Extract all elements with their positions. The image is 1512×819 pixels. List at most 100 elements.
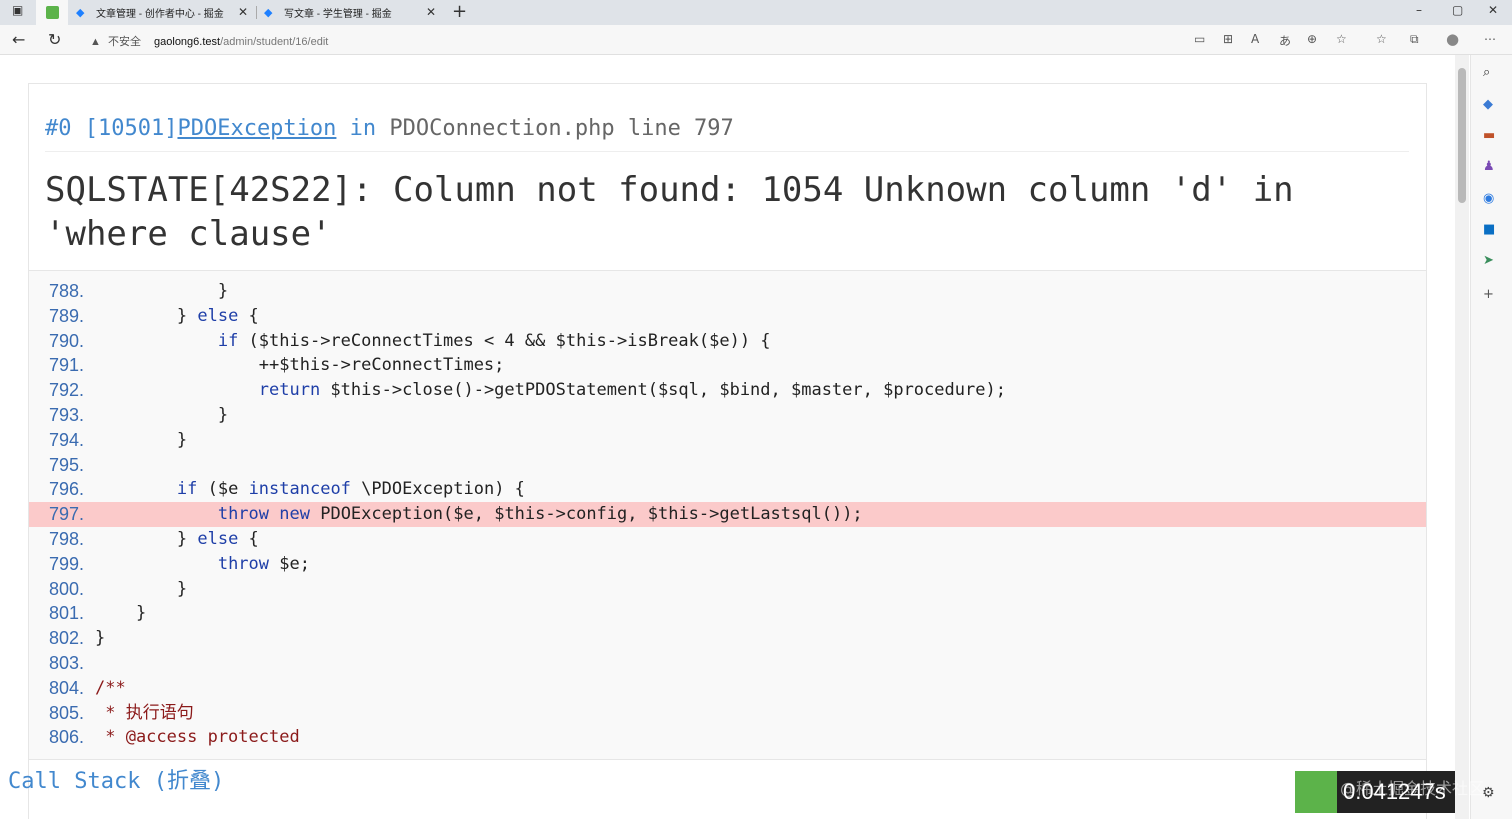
code-line: 792. return $this->close()->getPDOStatem… bbox=[29, 378, 1426, 403]
code-line: 798. } else { bbox=[29, 527, 1426, 552]
line-number: 801. bbox=[49, 603, 85, 624]
scrollbar-thumb[interactable] bbox=[1458, 68, 1466, 203]
code-text: } else { bbox=[95, 305, 259, 326]
code-text: } bbox=[95, 578, 188, 599]
scrollbar[interactable] bbox=[1455, 55, 1469, 819]
favorites-icon[interactable]: ☆ bbox=[1376, 32, 1387, 46]
tab-write-article[interactable]: ◆ 写文章 - 学生管理 - 掘金 ✕ bbox=[258, 0, 444, 25]
juejin-favicon-icon: ◆ bbox=[264, 7, 273, 19]
code-line-highlighted: 797. throw new PDOException($e, $this->c… bbox=[29, 502, 1426, 527]
exception-code: [10501] bbox=[84, 116, 178, 141]
tab-bar: ▣ ◆ 文章管理 - 创作者中心 - 掘金 ✕ ◆ 写文章 - 学生管理 - 掘… bbox=[0, 0, 1512, 25]
line-number: 793. bbox=[49, 405, 85, 425]
games-icon[interactable]: ♟ bbox=[1483, 159, 1495, 174]
exception-index: #0 bbox=[45, 116, 72, 141]
line-number: 800. bbox=[49, 578, 85, 599]
tab-active-pinned[interactable] bbox=[36, 0, 68, 25]
new-tab-button[interactable]: + bbox=[452, 1, 467, 22]
code-text: return $this->close()->getPDOStatement($… bbox=[258, 380, 1006, 401]
line-number: 796. bbox=[49, 479, 85, 500]
zoom-icon[interactable]: ⊕ bbox=[1307, 32, 1317, 46]
code-line: 793. } bbox=[29, 403, 1426, 428]
translate-icon[interactable]: あ bbox=[1279, 32, 1291, 49]
window-close-icon[interactable]: ✕ bbox=[1488, 3, 1498, 17]
code-line: 790. if ($this->reConnectTimes < 4 && $t… bbox=[29, 329, 1426, 354]
code-text: * @access protected bbox=[95, 727, 300, 748]
exception-header: #0 [10501]PDOException in PDOConnection.… bbox=[45, 116, 734, 141]
minimize-icon[interactable]: – bbox=[1416, 3, 1422, 17]
code-line: 788. } bbox=[29, 279, 1426, 304]
code-line: 805. * 执行语句 bbox=[29, 701, 1426, 726]
call-stack-toggle[interactable]: Call Stack (折叠) bbox=[8, 763, 224, 795]
tab-divider bbox=[256, 6, 257, 19]
send-icon[interactable]: ➤ bbox=[1483, 253, 1494, 268]
exception-class-link[interactable]: PDOException bbox=[177, 116, 336, 141]
close-icon[interactable]: ✕ bbox=[238, 5, 248, 19]
code-text: } else { bbox=[95, 529, 259, 549]
close-icon[interactable]: ✕ bbox=[426, 5, 436, 19]
line-number: 802. bbox=[49, 628, 85, 649]
exception-message: SQLSTATE[42S22]: Column not found: 1054 … bbox=[45, 170, 1294, 254]
code-text: ++$this->reConnectTimes; bbox=[95, 355, 505, 376]
code-line: 803. bbox=[29, 651, 1426, 676]
exception-in: in bbox=[349, 116, 377, 141]
watermark: @稀土掘金技术社区 bbox=[1340, 779, 1485, 798]
code-line: 795. bbox=[29, 453, 1426, 478]
back-icon[interactable]: ← bbox=[12, 30, 25, 49]
code-text: } bbox=[95, 281, 229, 301]
warning-icon: ▲ bbox=[90, 36, 101, 48]
code-line: 802.} bbox=[29, 626, 1426, 651]
insecure-label: 不安全 bbox=[107, 36, 141, 48]
code-line: 806. * @access protected bbox=[29, 725, 1426, 750]
reader-view-icon[interactable]: ▭ bbox=[1194, 32, 1205, 46]
url-host: gaolong6.test bbox=[154, 36, 221, 48]
line-number: 806. bbox=[49, 727, 85, 748]
office-icon[interactable]: ◉ bbox=[1483, 191, 1494, 206]
outlook-icon[interactable]: ■ bbox=[1483, 222, 1495, 237]
shopping-icon[interactable]: ◆ bbox=[1483, 97, 1493, 112]
maximize-icon[interactable]: ▢ bbox=[1452, 3, 1463, 17]
url-path: /admin/student/16/edit bbox=[220, 36, 329, 48]
exception-file: PDOConnection.php line 797 bbox=[389, 116, 734, 141]
search-icon[interactable]: ⌕ bbox=[1483, 65, 1490, 80]
code-line: 799. throw $e; bbox=[29, 552, 1426, 577]
apps-icon[interactable]: ⊞ bbox=[1223, 32, 1233, 46]
code-line: 804. /** bbox=[29, 676, 1426, 701]
code-line: 791. ++$this->reConnectTimes; bbox=[29, 353, 1426, 378]
line-number: 805. bbox=[49, 702, 85, 723]
line-number: 797. bbox=[49, 504, 85, 525]
code-text: if ($this->reConnectTimes < 4 && $this->… bbox=[217, 330, 771, 351]
favorite-add-icon[interactable]: ☆ bbox=[1336, 32, 1347, 46]
tab-article-manage[interactable]: ◆ 文章管理 - 创作者中心 - 掘金 ✕ bbox=[70, 0, 256, 25]
line-number: 788. bbox=[49, 281, 85, 301]
line-number: 789. bbox=[49, 305, 85, 326]
reload-icon[interactable]: ↻ bbox=[48, 30, 61, 49]
code-line: 789. } else { bbox=[29, 304, 1426, 329]
line-number: 792. bbox=[49, 380, 85, 401]
gear-icon[interactable]: ⚙ bbox=[1482, 785, 1495, 801]
source-code-box: 788. } 789. } else {790. if ($this->reCon… bbox=[29, 270, 1426, 760]
line-number: 790. bbox=[49, 330, 85, 351]
browser-sidebar: ⌕ ◆ ▬ ♟ ◉ ■ ➤ + bbox=[1470, 55, 1512, 819]
url-field[interactable]: ▲ 不安全 gaolong6.test/admin/student/16/edi… bbox=[90, 33, 328, 49]
tab-actions-icon[interactable]: ▣ bbox=[12, 3, 23, 17]
thinkphp-logo-icon bbox=[1295, 771, 1337, 813]
code-line: 801. } bbox=[29, 601, 1426, 626]
code-text: } bbox=[95, 429, 188, 450]
more-menu-icon[interactable]: ⋯ bbox=[1484, 32, 1496, 46]
line-number: 804. bbox=[49, 677, 85, 698]
add-icon[interactable]: + bbox=[1483, 287, 1494, 302]
juejin-favicon-icon: ◆ bbox=[76, 7, 85, 19]
line-number: 791. bbox=[49, 355, 85, 376]
tab-title: 文章管理 - 创作者中心 - 掘金 bbox=[96, 9, 224, 20]
code-line: 800. } bbox=[29, 577, 1426, 602]
read-aloud-icon[interactable]: A bbox=[1251, 32, 1259, 46]
tools-icon[interactable]: ▬ bbox=[1483, 128, 1495, 143]
code-text: } bbox=[95, 628, 106, 649]
header-divider bbox=[45, 151, 1409, 152]
line-number: 795. bbox=[49, 454, 85, 475]
collections-icon[interactable]: ⧉ bbox=[1410, 32, 1419, 47]
profile-avatar-icon[interactable]: ● bbox=[1446, 30, 1459, 48]
code-text: if ($e instanceof \PDOException) { bbox=[176, 479, 525, 500]
code-text: } bbox=[95, 603, 147, 624]
